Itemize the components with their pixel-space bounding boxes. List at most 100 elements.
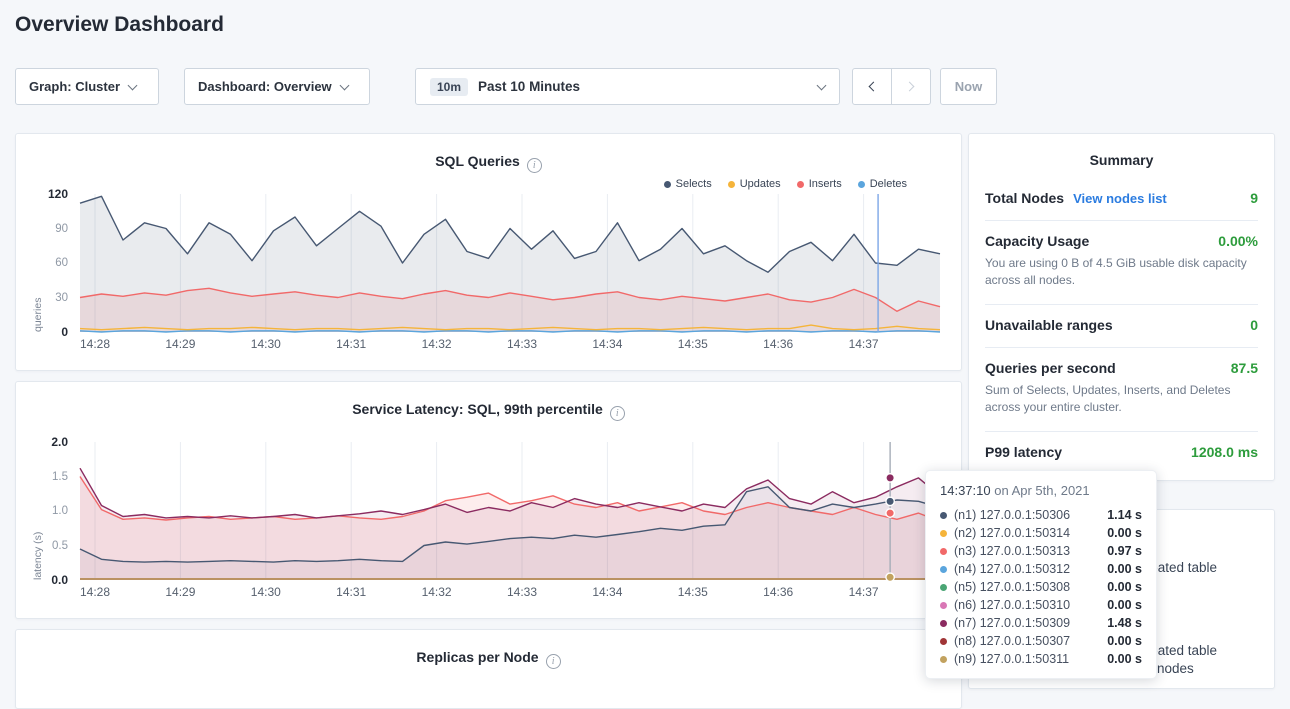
- tooltip-node-row: (n5) 127.0.0.1:50308 0.00 s: [940, 578, 1142, 596]
- chevron-left-icon: [869, 82, 879, 92]
- node-label: (n4) 127.0.0.1:50312: [954, 562, 1070, 576]
- service-latency-panel: Service Latency: SQL, 99th percentile i l…: [15, 381, 962, 619]
- node-latency-value: 0.00 s: [1107, 526, 1142, 540]
- latency-tooltip: 14:37:10 on Apr 5th, 2021 (n1) 127.0.0.1…: [925, 470, 1157, 679]
- node-latency-value: 0.00 s: [1107, 562, 1142, 576]
- x-tick-label: 14:37: [849, 585, 879, 599]
- summary-title: Summary: [985, 152, 1258, 168]
- x-tick-label: 14:37: [849, 337, 879, 351]
- x-axis: 14:2814:2914:3014:3114:3214:3314:3414:35…: [80, 585, 940, 601]
- view-nodes-list-link[interactable]: View nodes list: [1073, 191, 1167, 206]
- summary-row-capacity: Capacity Usage 0.00% You are using 0 B o…: [985, 220, 1258, 304]
- now-button[interactable]: Now: [940, 68, 997, 105]
- page-title: Overview Dashboard: [15, 13, 224, 37]
- tooltip-time: 14:37:10: [940, 483, 991, 498]
- x-tick-label: 14:32: [422, 337, 452, 351]
- legend-item-updates: Updates: [728, 178, 781, 190]
- chart-title: Service Latency: SQL, 99th percentile: [352, 401, 603, 417]
- y-tick-label: 0: [61, 325, 68, 339]
- node-color-dot-icon: [940, 638, 947, 645]
- tooltip-node-row: (n2) 127.0.0.1:503140.00 s: [940, 524, 1142, 542]
- time-prev-button[interactable]: [852, 68, 892, 105]
- x-tick-label: 14:33: [507, 337, 537, 351]
- node-latency-value: 0.00 s: [1107, 580, 1142, 594]
- x-tick-label: 14:31: [336, 337, 366, 351]
- capacity-label: Capacity Usage: [985, 233, 1089, 249]
- x-tick-label: 14:35: [678, 337, 708, 351]
- x-tick-label: 14:36: [763, 585, 793, 599]
- legend-dot-icon: [797, 181, 804, 188]
- node-label: (n5) 127.0.0.1:50308: [954, 580, 1070, 594]
- node-color-dot-icon: [940, 602, 947, 609]
- y-axis: 0.00.51.01.52.0: [26, 442, 74, 580]
- y-axis: 0306090120: [26, 194, 74, 332]
- x-tick-label: 14:34: [592, 585, 622, 599]
- dashboard-dropdown-label: Dashboard: Overview: [198, 79, 332, 94]
- node-color-dot-icon: [940, 548, 947, 555]
- y-tick-label: 0.0: [51, 573, 68, 587]
- node-label: (n9) 127.0.0.1:50311: [954, 652, 1069, 666]
- time-next-button[interactable]: [891, 68, 931, 105]
- info-icon[interactable]: i: [527, 158, 542, 173]
- node-color-dot-icon: [940, 512, 947, 519]
- x-tick-label: 14:36: [763, 337, 793, 351]
- y-tick-label: 1.0: [52, 505, 68, 517]
- x-tick-label: 14:35: [678, 585, 708, 599]
- legend-label: Updates: [740, 178, 781, 190]
- sql-queries-chart[interactable]: queries 0306090120 14:2814:2914:3014:311…: [80, 194, 940, 332]
- node-color-dot-icon: [940, 566, 947, 573]
- info-icon[interactable]: i: [546, 654, 561, 669]
- tooltip-node-row: (n8) 127.0.0.1:503070.00 s: [940, 632, 1142, 650]
- p99-latency-value: 1208.0 ms: [1191, 444, 1258, 460]
- legend-dot-icon: [728, 181, 735, 188]
- x-tick-label: 14:30: [251, 585, 281, 599]
- dashboard-dropdown[interactable]: Dashboard: Overview: [184, 68, 370, 105]
- tooltip-node-row: (n1) 127.0.0.1:503061.14 s: [940, 506, 1142, 524]
- qps-description: Sum of Selects, Updates, Inserts, and De…: [985, 382, 1258, 417]
- node-label: (n6) 127.0.0.1:50310: [954, 598, 1070, 612]
- node-label: (n3) 127.0.0.1:50313: [954, 544, 1070, 558]
- time-range-dropdown[interactable]: 10m Past 10 Minutes: [415, 68, 840, 105]
- chart-legend: Selects Updates Inserts Deletes: [664, 178, 907, 190]
- x-tick-label: 14:31: [336, 585, 366, 599]
- capacity-description: You are using 0 B of 4.5 GiB usable disk…: [985, 255, 1258, 290]
- tooltip-date: on Apr 5th, 2021: [991, 483, 1090, 498]
- node-latency-value: 0.00 s: [1107, 598, 1142, 612]
- info-icon[interactable]: i: [610, 406, 625, 421]
- x-tick-label: 14:28: [80, 585, 110, 599]
- legend-item-inserts: Inserts: [797, 178, 842, 190]
- y-tick-label: 1.5: [52, 471, 68, 483]
- y-tick-label: 60: [55, 257, 68, 269]
- time-range-badge: 10m: [430, 78, 468, 96]
- y-tick-label: 120: [48, 187, 68, 201]
- x-tick-label: 14:34: [592, 337, 622, 351]
- legend-dot-icon: [664, 181, 671, 188]
- node-latency-value: 0.00 s: [1107, 634, 1142, 648]
- x-tick-label: 14:29: [165, 337, 195, 351]
- tooltip-node-row: (n9) 127.0.0.1:503110.00 s: [940, 650, 1142, 668]
- x-tick-label: 14:29: [165, 585, 195, 599]
- sql-queries-panel: SQL Queries i Selects Updates Inserts Delete…: [15, 133, 962, 371]
- graph-dropdown-label: Graph: Cluster: [29, 79, 120, 94]
- graph-dropdown[interactable]: Graph: Cluster: [15, 68, 159, 105]
- tooltip-node-row: (n7) 127.0.0.1:503091.48 s: [940, 614, 1142, 632]
- unavailable-ranges-value: 0: [1250, 317, 1258, 333]
- summary-panel: Summary Total Nodes View nodes list 9 Ca…: [968, 133, 1275, 481]
- service-latency-chart[interactable]: latency (s) 0.00.51.01.52.0 14:2814:2914…: [80, 442, 940, 580]
- tooltip-node-row: (n3) 127.0.0.1:50313 0.97 s: [940, 542, 1142, 560]
- qps-value: 87.5: [1231, 360, 1258, 376]
- tooltip-node-row: (n4) 127.0.0.1:50312 0.00 s: [940, 560, 1142, 578]
- legend-dot-icon: [858, 181, 865, 188]
- legend-label: Selects: [676, 178, 712, 190]
- sql-queries-plot: [80, 194, 940, 332]
- chart-title: SQL Queries: [435, 153, 520, 169]
- time-range-label: Past 10 Minutes: [478, 79, 580, 94]
- node-color-dot-icon: [940, 656, 947, 663]
- latency-tooltip-rows: (n1) 127.0.0.1:503061.14 s(n2) 127.0.0.1…: [940, 506, 1142, 668]
- node-latency-value: 0.97 s: [1107, 544, 1142, 558]
- unavailable-ranges-label: Unavailable ranges: [985, 317, 1113, 333]
- y-tick-label: 90: [55, 223, 68, 235]
- x-tick-label: 14:28: [80, 337, 110, 351]
- legend-item-deletes: Deletes: [858, 178, 907, 190]
- summary-row-p99-latency: P99 latency 1208.0 ms: [985, 431, 1258, 474]
